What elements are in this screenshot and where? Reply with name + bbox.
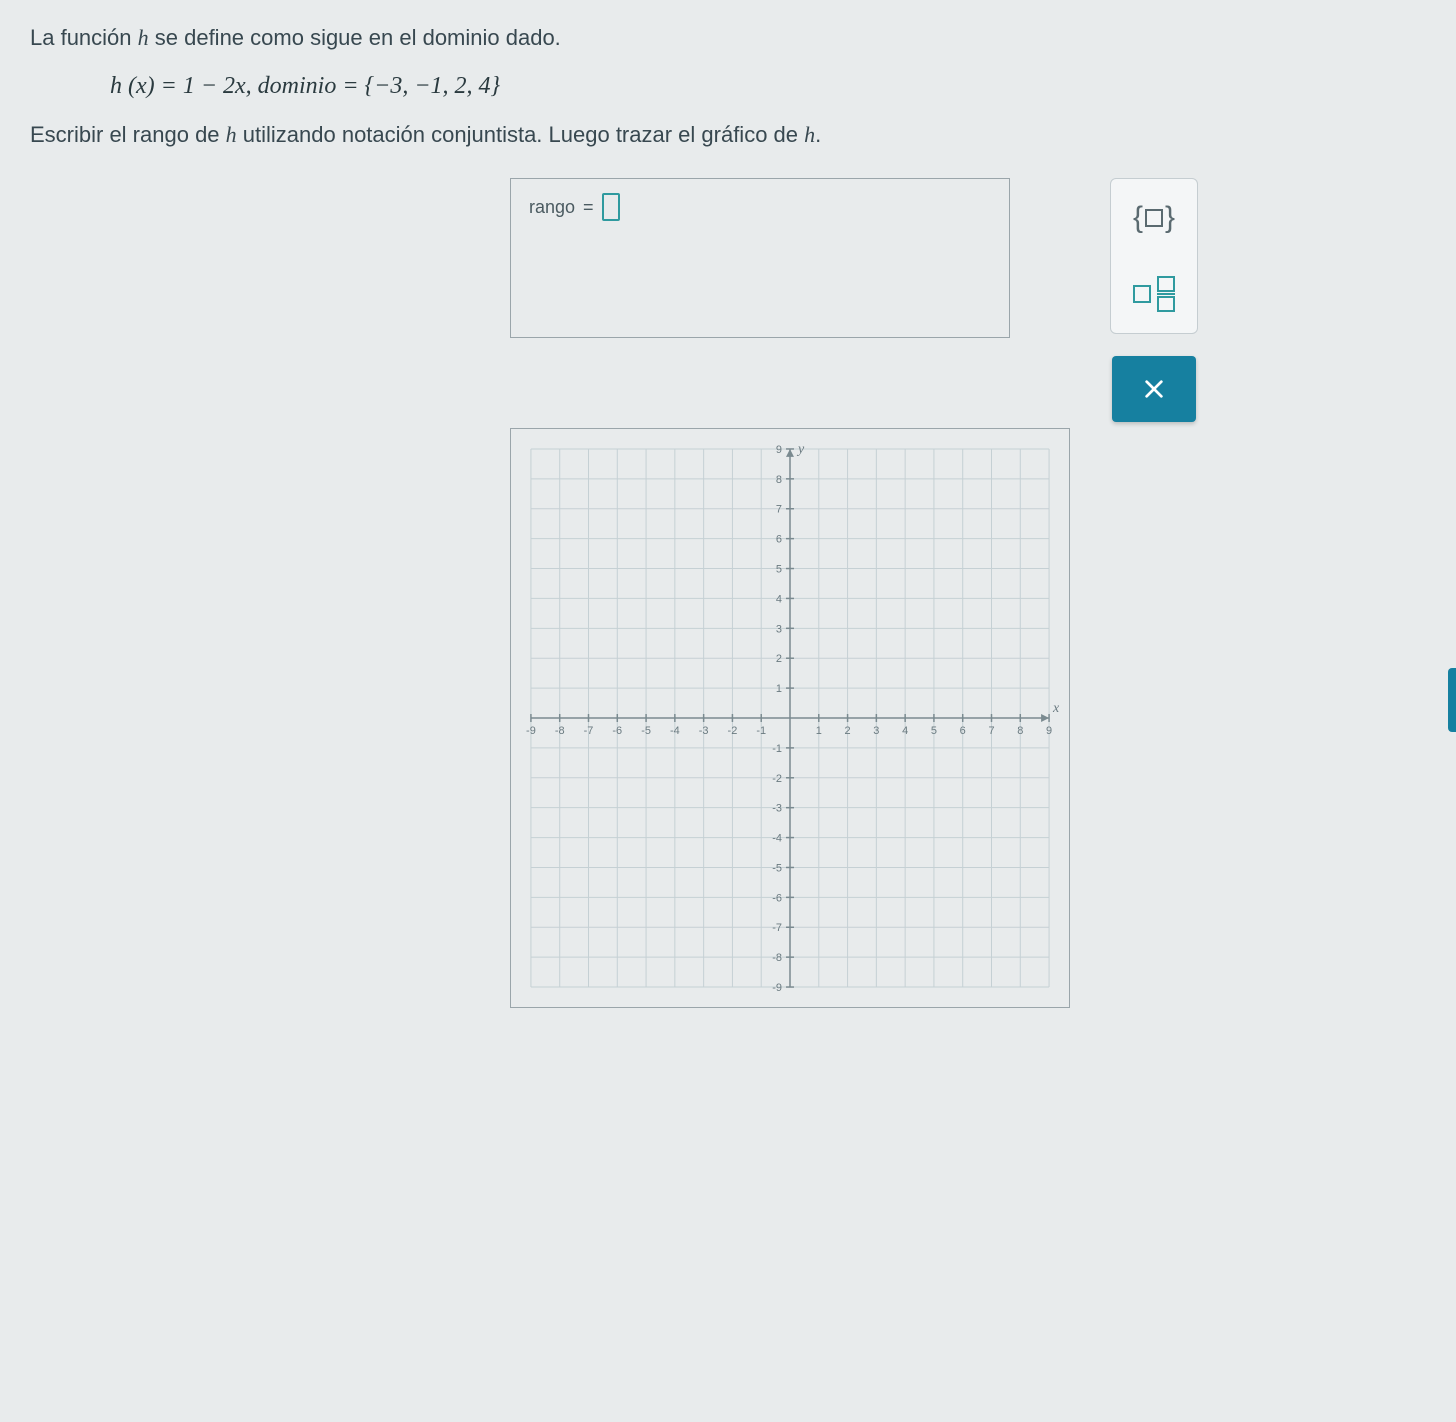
svg-text:-3: -3 — [772, 803, 782, 815]
svg-text:6: 6 — [960, 725, 966, 737]
instruction-a: Escribir el rango de — [30, 122, 226, 147]
svg-text:-1: -1 — [772, 743, 782, 755]
svg-text:7: 7 — [776, 504, 782, 516]
svg-text:4: 4 — [902, 725, 908, 737]
graph-area[interactable]: -9 -9 -8 -8 -7 -7 -6 -6 -5 -5 -4 -4 -3 -3 -2 -2 -1 -1 1 1 2 2… — [510, 428, 1070, 1008]
set-braces-button[interactable]: {} — [1123, 191, 1185, 245]
svg-text:5: 5 — [776, 564, 782, 576]
instruction-c: . — [815, 122, 821, 147]
svg-text:3: 3 — [873, 725, 879, 737]
svg-text:-9: -9 — [772, 982, 782, 994]
side-tab[interactable] — [1448, 668, 1456, 732]
svg-text:-7: -7 — [772, 922, 782, 934]
svg-text:-9: -9 — [526, 725, 536, 737]
svg-text:-4: -4 — [670, 725, 680, 737]
close-icon — [1143, 378, 1165, 400]
svg-text:2: 2 — [845, 725, 851, 737]
func-var-1: h — [138, 25, 149, 50]
svg-text:2: 2 — [776, 653, 782, 665]
svg-text:-5: -5 — [641, 725, 651, 737]
svg-text:9: 9 — [1046, 725, 1052, 737]
func-var-3: h — [804, 122, 815, 147]
problem-line1-a: La función — [30, 25, 138, 50]
svg-text:8: 8 — [1017, 725, 1023, 737]
svg-text:9: 9 — [776, 444, 782, 456]
svg-text:-2: -2 — [728, 725, 738, 737]
equation: h (x) = 1 − 2x, dominio = {−3, −1, 2, 4} — [110, 73, 1426, 100]
svg-text:-6: -6 — [772, 893, 782, 905]
rango-input[interactable] — [602, 193, 620, 221]
svg-text:-5: -5 — [772, 863, 782, 875]
svg-text:-8: -8 — [772, 952, 782, 964]
problem-line1-b: se define como sigue en el dominio dado. — [149, 25, 561, 50]
instruction-b: utilizando notación conjuntista. Luego t… — [237, 122, 804, 147]
svg-text:5: 5 — [931, 725, 937, 737]
svg-text:1: 1 — [776, 683, 782, 695]
close-button[interactable] — [1112, 356, 1196, 422]
rango-label: rango — [529, 197, 575, 218]
svg-text:-4: -4 — [772, 833, 782, 845]
svg-text:1: 1 — [816, 725, 822, 737]
svg-text:-7: -7 — [584, 725, 594, 737]
rango-answer-box[interactable]: rango = — [510, 178, 1010, 338]
func-var-2: h — [226, 122, 237, 147]
svg-text:-1: -1 — [756, 725, 766, 737]
svg-text:y: y — [796, 442, 805, 457]
svg-text:3: 3 — [776, 623, 782, 635]
tool-panel: {} — [1110, 178, 1198, 334]
equals-sign: = — [583, 197, 594, 218]
svg-text:6: 6 — [776, 534, 782, 546]
svg-text:-6: -6 — [612, 725, 622, 737]
svg-text:4: 4 — [776, 594, 782, 606]
svg-text:x: x — [1052, 701, 1060, 716]
fraction-button[interactable] — [1123, 267, 1185, 321]
svg-text:8: 8 — [776, 474, 782, 486]
svg-text:-8: -8 — [555, 725, 565, 737]
svg-text:7: 7 — [988, 725, 994, 737]
svg-text:-3: -3 — [699, 725, 709, 737]
svg-text:-2: -2 — [772, 773, 782, 785]
